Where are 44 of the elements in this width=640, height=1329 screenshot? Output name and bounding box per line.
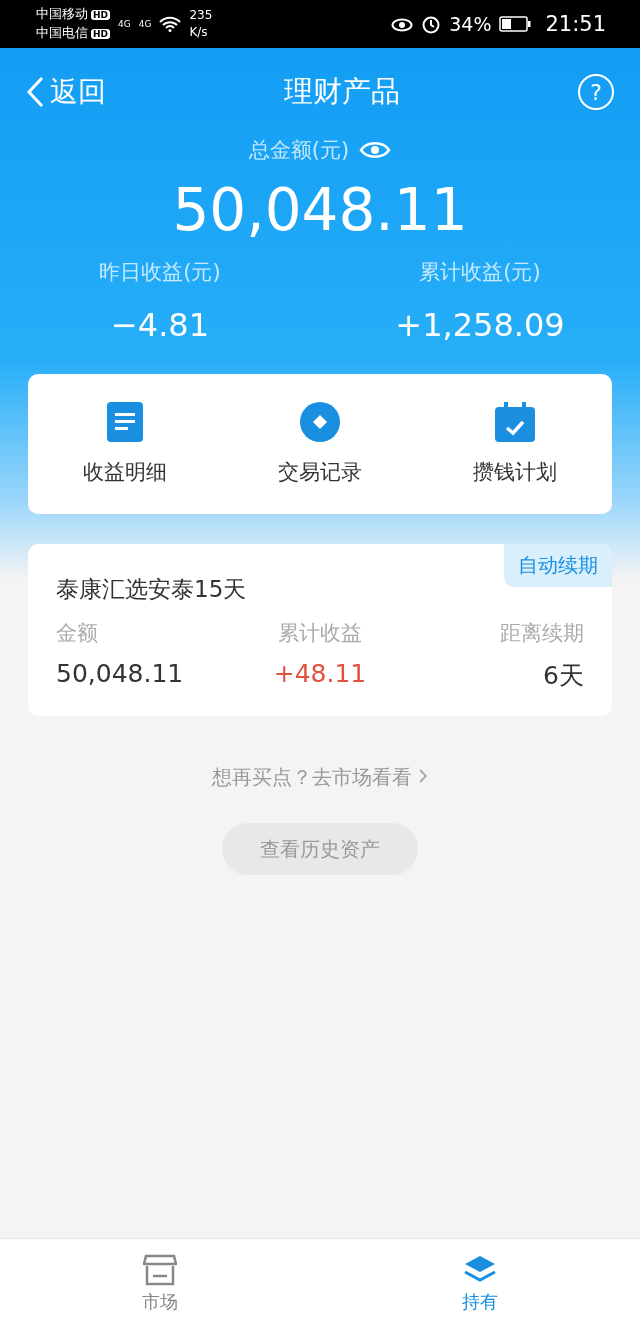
diamond-circle-icon (300, 402, 340, 442)
carrier-label: 中国移动 HD (36, 5, 110, 24)
eye-icon[interactable] (359, 139, 392, 161)
product-name: 泰康汇选安泰15天 (56, 575, 248, 604)
total-amount: 50,048.11 (172, 176, 468, 244)
column-label: 金额 (56, 620, 99, 647)
column-value: +48.11 (272, 659, 368, 690)
shortcut-label[interactable]: 收益明细 (83, 458, 168, 486)
column-value: 50,048.11 (56, 659, 185, 690)
help-button[interactable]: ? (578, 74, 614, 110)
speed-unit: K/s (189, 24, 209, 41)
shortcut-label[interactable]: 交易记录 (278, 458, 362, 486)
auto-renew-badge: 自动续期 (504, 544, 612, 587)
battery-percent: 34% (449, 13, 492, 35)
yesterday-label: 昨日收益(元) (99, 259, 221, 286)
holding-card[interactable]: 自动续期 泰康汇选安泰15天 金额 累计收益 距离续期 50,048.11 +48.11 6天 (28, 544, 612, 716)
tab-item[interactable]: 持有 (320, 1239, 640, 1329)
speed-value: 235 (189, 7, 213, 24)
calendar-check-icon (494, 402, 535, 442)
eye-icon (391, 16, 414, 32)
network-label: 4G (118, 19, 131, 29)
column-label: 累计收益 (277, 620, 363, 647)
wifi-icon (159, 16, 182, 32)
history-button[interactable]: 查看历史资产 (222, 823, 418, 875)
shortcut-label[interactable]: 攒钱计划 (472, 458, 557, 486)
chevron-right-icon (418, 768, 428, 784)
shop-icon (143, 1254, 177, 1286)
column-value: 6天 (542, 660, 584, 692)
column-label: 距离续期 (499, 620, 584, 647)
carrier-label: 中国电信 HD (36, 24, 110, 43)
cumulative-label: 累计收益(元) (419, 259, 541, 286)
alarm-icon (421, 14, 442, 34)
tab-item[interactable]: 市场 (0, 1239, 320, 1329)
market-link[interactable]: 想再买点？去市场看看 (212, 764, 428, 791)
clock-time: 21:51 (545, 12, 606, 36)
battery-icon (499, 16, 532, 32)
page-title: 理财产品 (284, 73, 400, 110)
cumulative-value: +1,258.09 (395, 306, 565, 344)
back-link[interactable]: 返回 (26, 73, 106, 111)
network-label: 4G (138, 19, 152, 29)
total-label: 总金额(元) (248, 137, 350, 164)
chevron-left-icon (26, 76, 46, 108)
yesterday-value: −4.81 (110, 306, 210, 344)
document-icon (107, 402, 144, 442)
